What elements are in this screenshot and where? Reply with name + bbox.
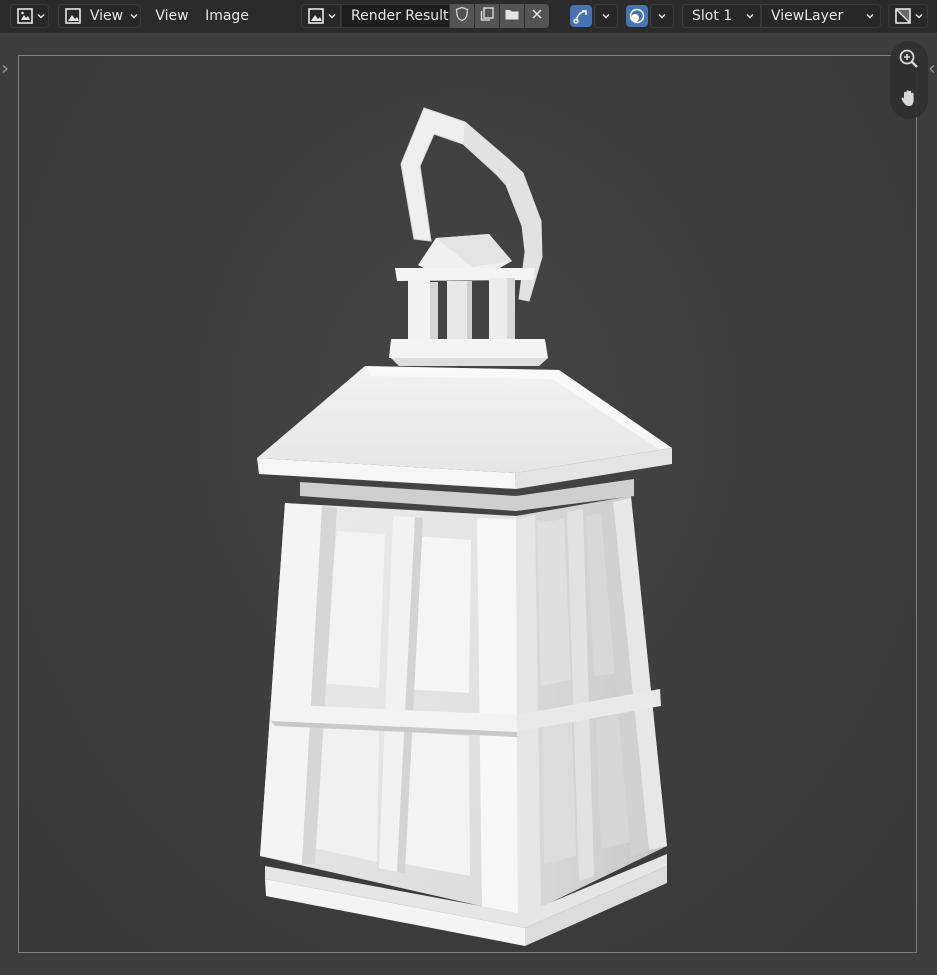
display-channels-icon xyxy=(893,6,913,26)
view-mode-label: View xyxy=(89,8,124,24)
chevron-down-icon xyxy=(128,10,140,22)
duplicate-icon xyxy=(479,6,495,26)
close-icon xyxy=(530,7,544,25)
image-editor-icon xyxy=(15,6,35,26)
display-channels-dropdown[interactable] xyxy=(888,4,928,28)
gizmo-toggle[interactable] xyxy=(568,4,594,28)
image-name-field[interactable]: Render Result xyxy=(341,4,450,28)
shield-icon xyxy=(454,6,470,26)
gizmo-options-dropdown[interactable] xyxy=(594,4,618,28)
toolbar-toggle[interactable] xyxy=(0,60,10,80)
folder-icon xyxy=(504,6,520,26)
lantern-render xyxy=(257,107,672,946)
hand-icon[interactable] xyxy=(898,87,920,113)
menu-image[interactable]: Image xyxy=(199,4,255,28)
chevron-down-icon xyxy=(600,10,612,22)
chevron-down-icon xyxy=(913,10,925,22)
chevron-right-icon xyxy=(1,62,9,78)
overlay-icon xyxy=(626,5,648,27)
slot-label: Slot 1 xyxy=(692,8,733,24)
chevron-down-icon xyxy=(744,10,756,22)
unlink-image-button[interactable] xyxy=(525,4,549,28)
view-mode-dropdown[interactable]: View xyxy=(58,4,141,28)
menu-view-label: View xyxy=(155,8,189,24)
chevron-left-icon xyxy=(928,62,936,78)
menu-view[interactable]: View xyxy=(150,4,194,28)
slot-dropdown[interactable]: Slot 1 xyxy=(682,4,761,28)
render-result-image xyxy=(18,55,917,953)
menu-image-label: Image xyxy=(205,8,249,24)
image-browse-button[interactable] xyxy=(301,4,341,28)
sidebar-toggle[interactable] xyxy=(927,60,937,80)
chevron-down-icon xyxy=(864,10,876,22)
image-icon xyxy=(63,6,83,26)
image-name-label: Render Result xyxy=(351,8,449,24)
chevron-down-icon xyxy=(35,10,47,22)
image-viewport[interactable] xyxy=(0,33,937,975)
view-layer-label: ViewLayer xyxy=(771,8,844,24)
chevron-down-icon xyxy=(326,10,338,22)
overlay-toggle[interactable] xyxy=(624,4,650,28)
overlay-options-dropdown[interactable] xyxy=(650,4,674,28)
open-image-button[interactable] xyxy=(500,4,524,28)
image-browse-icon xyxy=(306,6,326,26)
fake-user-button[interactable] xyxy=(450,4,474,28)
editor-type-selector[interactable] xyxy=(10,4,49,28)
navigation-gizmo xyxy=(890,41,928,119)
view-layer-dropdown[interactable]: ViewLayer xyxy=(761,4,881,28)
duplicate-image-button[interactable] xyxy=(475,4,499,28)
zoom-in-icon[interactable] xyxy=(898,48,920,74)
chevron-down-icon xyxy=(656,10,668,22)
image-editor-header: View View Image Render Result Slot 1 Vie… xyxy=(0,0,937,33)
gizmo-icon xyxy=(570,5,592,27)
